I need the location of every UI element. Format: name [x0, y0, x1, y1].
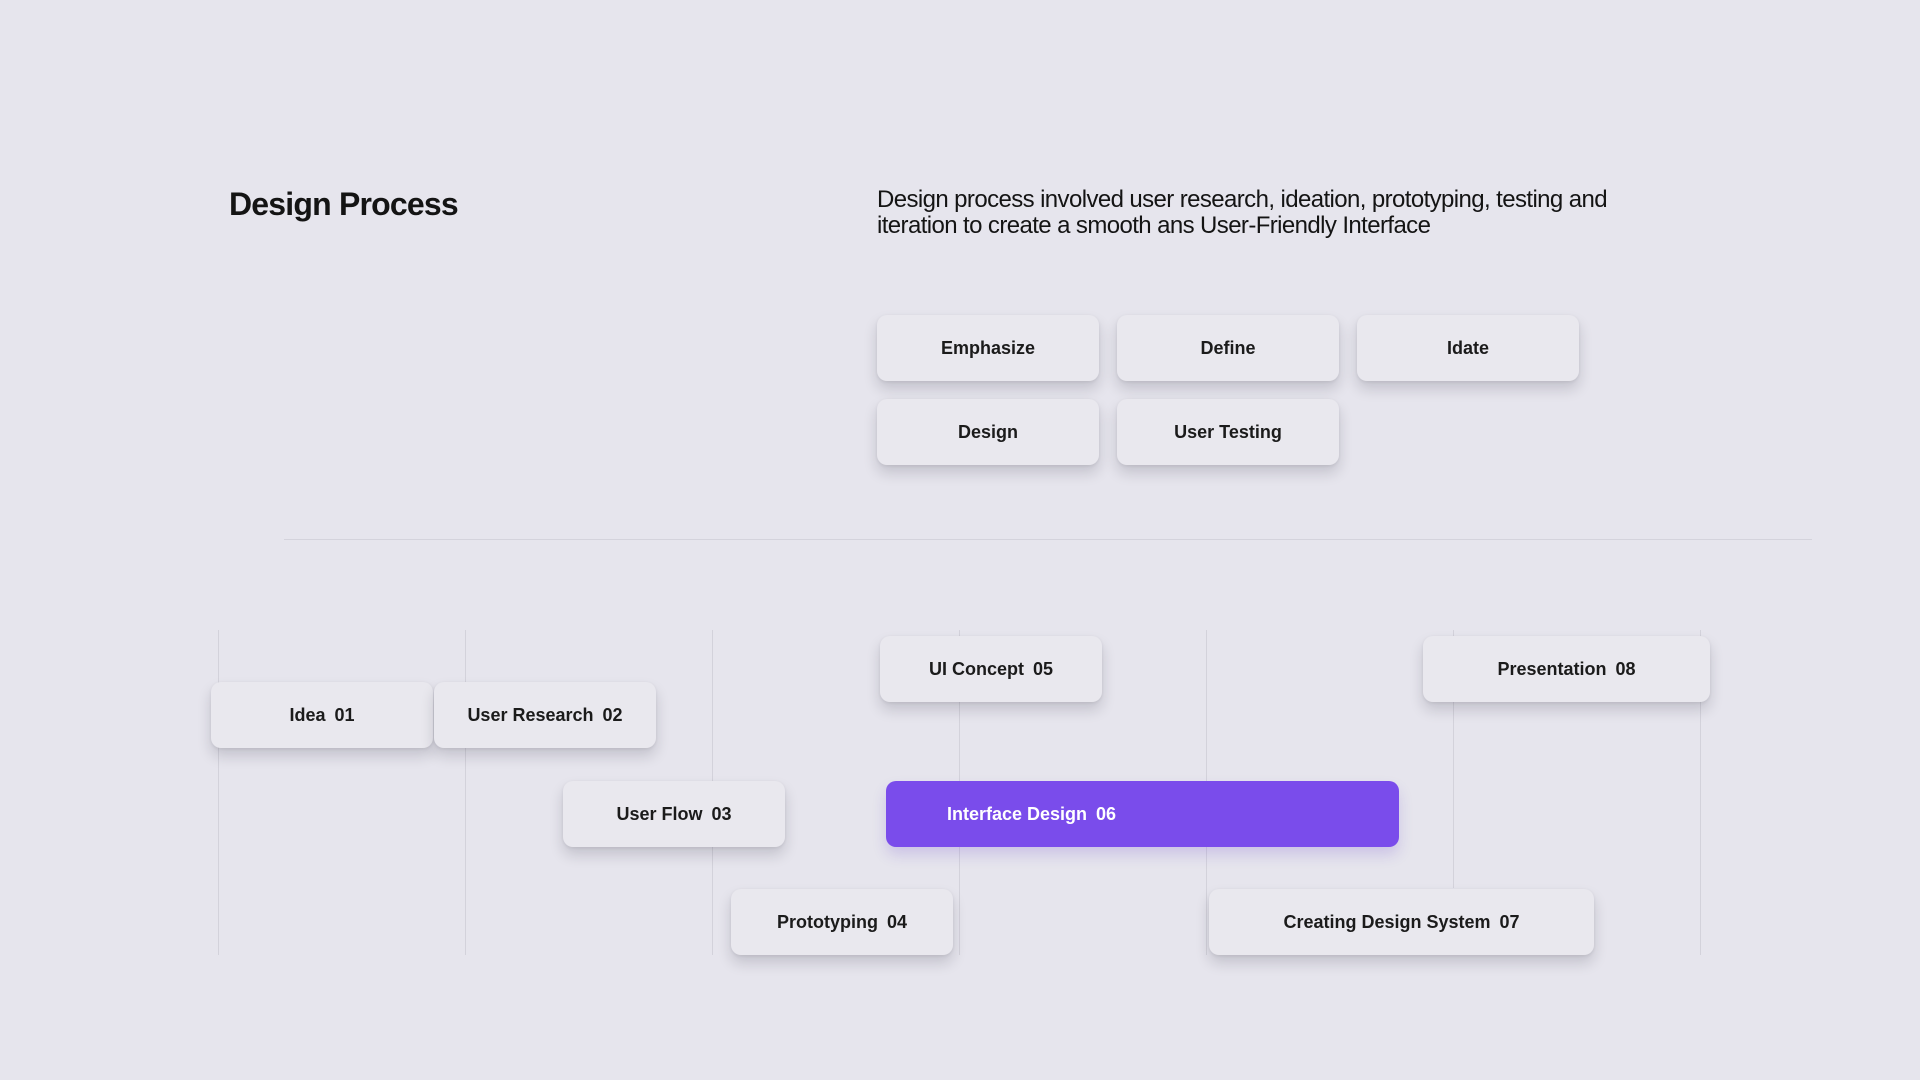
timeline-step-user-research[interactable]: User Research 02 [434, 682, 656, 748]
step-label: User Research [467, 704, 594, 725]
step-label: UI Concept [928, 658, 1024, 679]
step-number: 08 [1615, 658, 1636, 679]
timeline-gridline [218, 630, 219, 955]
timeline-step-idea[interactable]: Idea 01 [211, 682, 433, 748]
phase-label: Emphasize [940, 337, 1036, 358]
step-label: Prototyping [776, 911, 878, 932]
step-label: Creating Design System [1283, 911, 1491, 932]
phase-chip-user-testing[interactable]: User Testing [1117, 399, 1339, 465]
timeline-gridline [465, 630, 466, 955]
step-number: 03 [711, 803, 732, 824]
step-number: 05 [1032, 658, 1054, 679]
page-description: Design process involved user research, i… [877, 186, 1608, 239]
phase-label: Design [957, 421, 1018, 442]
step-number: 06 [1096, 803, 1117, 824]
step-label: Interface Design [947, 803, 1088, 824]
phase-chip-define[interactable]: Define [1117, 315, 1339, 381]
phase-chip-idate[interactable]: Idate [1357, 315, 1579, 381]
step-number: 02 [602, 704, 623, 725]
step-number: 01 [334, 704, 355, 725]
step-number: 04 [886, 911, 908, 932]
timeline-step-user-flow[interactable]: User Flow 03 [563, 781, 785, 847]
phase-label: Idate [1446, 337, 1489, 358]
phase-label: Define [1200, 337, 1256, 358]
timeline-step-prototyping[interactable]: Prototyping 04 [731, 889, 953, 955]
phase-chip-design[interactable]: Design [877, 399, 1099, 465]
phase-chip-emphasize[interactable]: Emphasize [877, 315, 1099, 381]
step-number: 07 [1499, 911, 1520, 932]
timeline-step-presentation[interactable]: Presentation 08 [1423, 636, 1710, 702]
section-divider [284, 539, 1812, 540]
timeline-step-creating-design-system[interactable]: Creating Design System 07 [1209, 889, 1594, 955]
step-label: User Flow [616, 803, 703, 824]
timeline-step-interface-design[interactable]: Interface Design 06 [886, 781, 1399, 847]
timeline-step-ui-concept[interactable]: UI Concept 05 [880, 636, 1102, 702]
step-label: Idea [289, 704, 326, 725]
page-title: Design Process [229, 186, 459, 222]
step-label: Presentation [1497, 658, 1607, 679]
phase-label: User Testing [1174, 421, 1282, 442]
